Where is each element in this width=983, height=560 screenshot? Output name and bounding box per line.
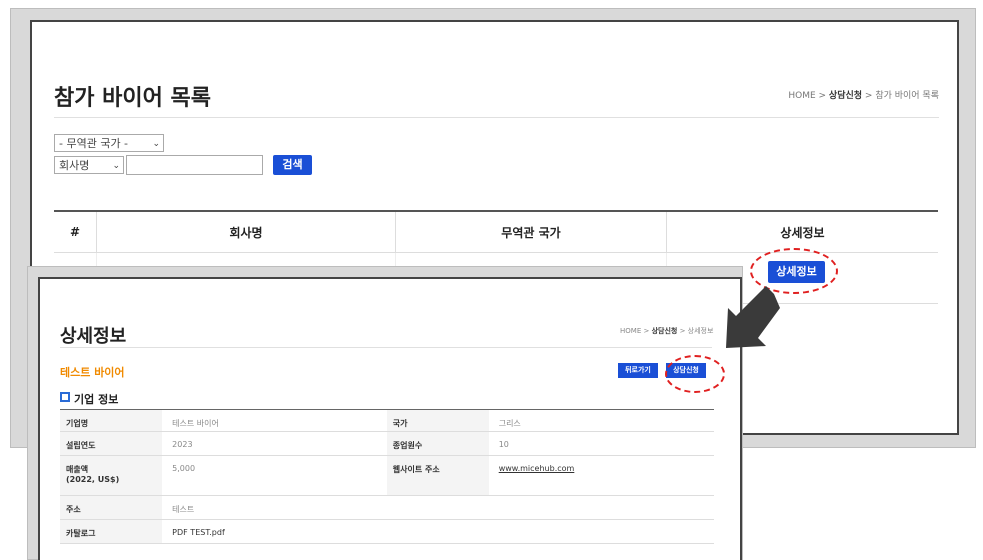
divider [60, 347, 712, 348]
table-row: 기업명 테스트 바이어 국가 그리스 [60, 409, 714, 432]
info-label: 카탈로그 [60, 519, 163, 544]
company-info-table: 기업명 테스트 바이어 국가 그리스 설립연도 2023 종업원수 10 매출액… [60, 409, 714, 544]
breadcrumb: HOME > 상담신청 > 상세정보 [620, 326, 713, 336]
breadcrumb-page: 상세정보 [687, 327, 714, 335]
info-value: 그리스 [488, 409, 714, 432]
info-value: 5,000 [162, 455, 387, 496]
info-value: www.micehub.com [488, 455, 714, 496]
website-link[interactable]: www.micehub.com [499, 464, 575, 473]
search-button[interactable]: 검색 [273, 155, 312, 175]
info-label: 설립연도 [60, 431, 163, 456]
info-label: 웹사이트 주소 [386, 455, 489, 496]
info-value: 테스트 [162, 495, 714, 520]
detail-page: 상세정보 HOME > 상담신청 > 상세정보 테스트 바이어 뒤로가기 상담신… [38, 277, 742, 560]
page-title: 상세정보 [60, 326, 127, 347]
breadcrumb-separator: > [815, 91, 829, 101]
breadcrumb-separator: > [677, 327, 688, 335]
divider [54, 117, 939, 118]
breadcrumb-home[interactable]: HOME [788, 91, 815, 101]
info-label: 종업원수 [386, 431, 489, 456]
breadcrumb-home[interactable]: HOME [620, 327, 641, 335]
catalog-link[interactable]: PDF TEST.pdf [162, 519, 714, 544]
chevron-down-icon: ⌄ [152, 139, 160, 149]
table-row: 주소 테스트 [60, 495, 714, 520]
breadcrumb-current[interactable]: 상담신청 [652, 327, 678, 335]
table-row: 카탈로그 PDF TEST.pdf [60, 519, 714, 544]
info-value: 10 [488, 431, 714, 456]
breadcrumb-current[interactable]: 상담신청 [829, 91, 862, 101]
square-bullet-icon [60, 392, 70, 402]
field-select-value: 회사명 [59, 159, 90, 172]
highlight-circle [665, 355, 725, 393]
table-header-row: # 회사명 무역관 국가 상세정보 [54, 211, 938, 253]
breadcrumb-separator: > [641, 327, 652, 335]
section-title-text: 기업 정보 [74, 393, 119, 406]
table-row: 매출액 (2022, US$) 5,000 웹사이트 주소 www.micehu… [60, 455, 714, 496]
info-label: 기업명 [60, 409, 163, 432]
table-row: 설립연도 2023 종업원수 10 [60, 431, 714, 456]
info-value: 테스트 바이어 [162, 409, 387, 432]
breadcrumb-separator: > [862, 91, 876, 101]
breadcrumb-page: 참가 바이어 목록 [875, 91, 939, 101]
column-header-company: 회사명 [96, 211, 396, 253]
column-header-detail: 상세정보 [666, 211, 938, 253]
column-header-country: 무역관 국가 [395, 211, 667, 253]
country-select-value: - 무역관 국가 - [59, 137, 129, 150]
info-label: 주소 [60, 495, 163, 520]
info-value: 2023 [162, 431, 387, 456]
column-header-number: # [54, 211, 97, 253]
field-select[interactable]: 회사명 ⌄ [54, 156, 124, 174]
search-input[interactable] [126, 155, 263, 175]
section-title: 기업 정보 [60, 391, 118, 407]
chevron-down-icon: ⌄ [112, 161, 120, 171]
back-button[interactable]: 뒤로가기 [618, 363, 658, 378]
buyer-name: 테스트 바이어 [60, 366, 125, 379]
country-select[interactable]: - 무역관 국가 - ⌄ [54, 134, 164, 152]
breadcrumb: HOME > 상담신청 > 참가 바이어 목록 [788, 88, 939, 101]
info-label: 매출액 (2022, US$) [60, 455, 163, 496]
info-label: 국가 [386, 409, 489, 432]
page-title: 참가 바이어 목록 [54, 86, 211, 111]
arrow-down-left-icon [726, 286, 780, 348]
